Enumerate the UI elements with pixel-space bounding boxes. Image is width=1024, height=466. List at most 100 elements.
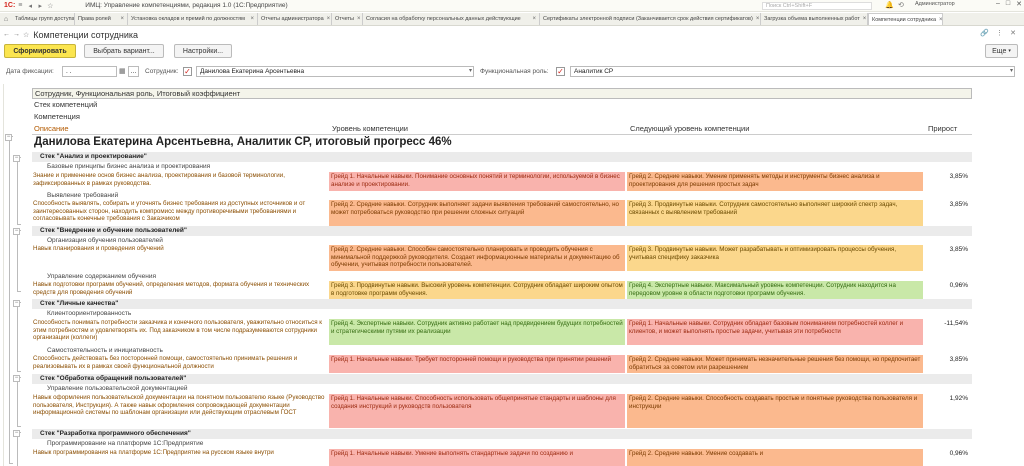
forward-icon[interactable]: ▸ (35, 1, 45, 11)
close-icon[interactable]: × (863, 16, 867, 22)
tab-certificates[interactable]: Сертификаты электронной подписи (Заканчи… (540, 13, 761, 25)
menu-icon[interactable]: ≡ (15, 1, 25, 11)
toolbar: Сформировать Выбрать вариант... Настройк… (0, 44, 1024, 60)
current-level-cell: Грейд 1. Начальные навыки. Требует посто… (329, 355, 625, 373)
report-parameters: Дата фиксации: . . ▦ … Сотрудник: ✓ Дани… (0, 66, 1024, 78)
group-bracket (17, 377, 21, 427)
description-cell: Навык подготовки программ обучений, опре… (33, 281, 310, 296)
close-icon[interactable]: × (756, 16, 760, 22)
stack-row: Стек "Анализ и проектирование" (32, 152, 972, 162)
calendar-icon[interactable]: ▦ (119, 67, 126, 75)
home-icon[interactable]: ⌂ (0, 13, 12, 25)
bell-icon[interactable]: 🔔 (885, 1, 894, 9)
stack-row: Стек "Разработка программного обеспечени… (32, 429, 972, 439)
close-icon[interactable]: × (120, 16, 124, 22)
tab-access-groups[interactable]: Таблицы групп доступа× (12, 13, 75, 25)
table-row: Способность понимать потребности заказчи… (32, 319, 972, 345)
column-current-level: Уровень компетенции (332, 124, 408, 133)
clear-date-button[interactable]: … (128, 66, 139, 77)
table-row: Способность выявлять, собирать и уточнят… (32, 200, 972, 226)
chevron-down-icon: ▾ (1008, 48, 1011, 54)
select-variant-button[interactable]: Выбрать вариант... (84, 44, 164, 58)
back-icon[interactable]: ← (3, 31, 10, 38)
table-row: Навык программирования на платформе 1С:П… (32, 449, 972, 466)
tab-reports[interactable]: Отчеты × (332, 13, 363, 25)
current-level-cell: Грейд 2. Средние навыки. Сотрудник выпол… (329, 200, 625, 226)
stack-header: Стек компетенций (34, 100, 98, 109)
collapse-icon[interactable]: − (13, 375, 20, 382)
close-icon[interactable]: × (357, 16, 361, 22)
table-row: Навык подготовки программ обучений, опре… (32, 281, 972, 299)
more-icon[interactable]: ⋮ (996, 29, 1003, 37)
collapse-icon[interactable]: − (5, 134, 12, 141)
description-cell: Способность выявлять, собирать и уточнят… (33, 200, 306, 222)
settings-button[interactable]: Настройки... (174, 44, 232, 58)
tab-role-rights[interactable]: Права ролей × (75, 13, 128, 25)
employee-label: Сотрудник: (145, 68, 179, 75)
collapse-icon[interactable]: − (13, 155, 20, 162)
date-field[interactable]: . . (62, 66, 117, 77)
forward-icon[interactable]: → (13, 31, 20, 38)
competence-row: Клиентоориентированность (47, 310, 132, 317)
stack-row: Стек "Внедрение и обучение пользователей… (32, 226, 972, 236)
current-level-cell: Грейд 1. Начальные навыки. Умение выполн… (329, 449, 625, 466)
close-icon[interactable]: × (939, 17, 942, 23)
next-level-cell: Грейд 1. Начальные навыки. Сотрудник обл… (627, 319, 923, 345)
description-cell: Навык планирования и проведения обучений (33, 245, 164, 252)
tab-work-upload[interactable]: Загрузка объема выполненных работ × (761, 13, 868, 25)
collapse-icon[interactable]: − (13, 430, 20, 437)
progress-cell: 3,85% (949, 173, 968, 180)
title-bar: 1С: ≡ ◂ ▸ ☆ ИМЦ: Управление компетенциям… (0, 0, 1024, 12)
progress-cell: 3,85% (949, 356, 968, 363)
tab-consents[interactable]: Согласия на обработку персональных данны… (363, 13, 540, 25)
close-icon[interactable]: ✕ (1010, 29, 1016, 37)
table-row: Навык планирования и проведения обучений… (32, 245, 972, 271)
close-icon[interactable]: × (250, 16, 254, 22)
next-level-cell: Грейд 2. Средние навыки. Умение применят… (627, 172, 923, 191)
global-search-input[interactable]: Поиск Ctrl+Shift+F (762, 2, 872, 10)
more-button[interactable]: Еще ▾ (985, 44, 1018, 58)
close-icon[interactable]: × (327, 16, 331, 22)
app-title: ИМЦ: Управление компетенциями, редакция … (85, 2, 288, 9)
competence-row: Базовые принципы бизнес анализа и проект… (47, 163, 211, 170)
close-icon[interactable]: × (532, 16, 536, 22)
group-bracket (17, 157, 21, 225)
history-icon[interactable]: ⟲ (898, 1, 904, 9)
bookmark-icon[interactable]: ☆ (23, 31, 29, 39)
chevron-down-icon[interactable]: ▾ (469, 67, 472, 76)
favorites-icon[interactable]: ☆ (45, 1, 55, 11)
employee-field[interactable]: Данилова Екатерина Арсентьевна ▾ (196, 66, 474, 77)
tab-salaries[interactable]: Установка окладов и премий по должностям… (128, 13, 258, 25)
description-cell: Навык оформления пользовательской докуме… (33, 394, 325, 416)
tab-admin-reports[interactable]: Отчеты администратора × (258, 13, 332, 25)
generate-button[interactable]: Сформировать (4, 44, 76, 58)
maximize-icon[interactable]: □ (1006, 0, 1010, 8)
user-name[interactable]: Администратор (915, 1, 955, 7)
grouping-gutter: − − − − − − (4, 84, 30, 466)
table-row: Навык оформления пользовательской докуме… (32, 394, 972, 428)
minimize-icon[interactable]: – (996, 0, 1000, 8)
tab-employee-competences[interactable]: Компетенции сотрудника × (868, 13, 943, 25)
role-field[interactable]: Аналитик СР ▾ (570, 66, 1015, 77)
chevron-down-icon[interactable]: ▾ (1010, 67, 1013, 76)
next-level-cell: Грейд 4. Экспертные навыки. Максимальный… (627, 281, 923, 299)
progress-cell: 1,92% (949, 395, 968, 402)
next-level-cell: Грейд 2. Средние навыки. Способность соз… (627, 394, 923, 428)
table-row: Знание и применение основ бизнес анализа… (32, 172, 972, 191)
back-icon[interactable]: ◂ (25, 1, 35, 11)
employee-checkbox[interactable]: ✓ (183, 67, 192, 76)
collapse-icon[interactable]: − (13, 300, 20, 307)
collapse-icon[interactable]: − (13, 228, 20, 235)
app-logo: 1С: (4, 2, 16, 9)
report-spreadsheet[interactable]: − − − − − − Сотрудник, Функциональная ро… (3, 84, 1021, 466)
role-checkbox[interactable]: ✓ (556, 67, 565, 76)
description-cell: Способность действовать без посторонней … (33, 355, 298, 370)
link-icon[interactable]: 🔗 (980, 29, 989, 37)
page-title: Компетенции сотрудника (33, 29, 139, 40)
stack-row: Стек "Обработка обращений пользователей" (32, 374, 972, 384)
header-divider (32, 134, 972, 135)
close-window-icon[interactable]: ✕ (1016, 0, 1022, 8)
progress-cell: 0,96% (949, 282, 968, 289)
column-description: Описание (34, 124, 69, 133)
table-row: Способность действовать без посторонней … (32, 355, 972, 373)
